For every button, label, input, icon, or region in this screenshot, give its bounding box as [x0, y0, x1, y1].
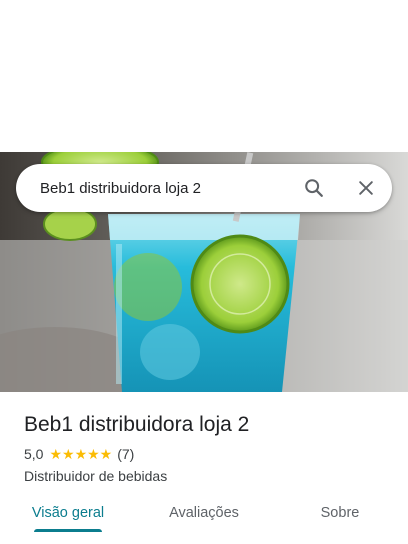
tab-about[interactable]: Sobre: [272, 494, 408, 538]
tab-reviews-label: Avaliações: [169, 505, 239, 521]
search-icon[interactable]: [294, 168, 334, 208]
search-query-text[interactable]: Beb1 distribuidora loja 2: [40, 180, 294, 197]
tab-about-label: Sobre: [320, 505, 360, 521]
tab-overview-label: Visão geral: [31, 505, 105, 521]
tab-reviews[interactable]: Avaliações: [136, 494, 272, 538]
place-category: Distribuidor de bebidas: [24, 468, 168, 484]
star-rating-icon: ★★★★★: [49, 446, 113, 462]
tab-overview[interactable]: Visão geral: [0, 494, 136, 538]
review-count[interactable]: (7): [117, 445, 134, 463]
map-blank-area: [0, 0, 408, 152]
rating-row[interactable]: 5,0 ★★★★★ (7): [24, 445, 394, 463]
place-title: Beb1 distribuidora loja 2: [24, 413, 250, 436]
place-info: Beb1 distribuidora loja 2 5,0 ★★★★★ (7) …: [24, 392, 394, 485]
tab-bar: Visão geral Avaliações Sobre: [0, 494, 408, 538]
search-bar[interactable]: Beb1 distribuidora loja 2: [16, 164, 392, 212]
rating-value: 5,0: [24, 446, 44, 462]
active-tab-indicator: [34, 529, 102, 532]
close-icon[interactable]: [346, 168, 386, 208]
